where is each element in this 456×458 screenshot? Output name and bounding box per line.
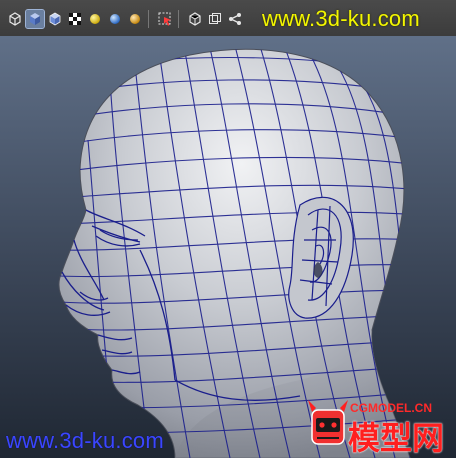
shaded-cube-icon[interactable] xyxy=(25,9,45,29)
default-light-icon[interactable] xyxy=(86,10,104,28)
smooth-shade-cube-icon[interactable] xyxy=(46,10,64,28)
share-icon[interactable] xyxy=(226,10,244,28)
all-lights-icon[interactable] xyxy=(106,10,124,28)
wireframe-cube-icon[interactable] xyxy=(6,10,24,28)
select-camera-icon[interactable] xyxy=(156,10,174,28)
selected-light-icon[interactable] xyxy=(126,10,144,28)
watermark-top: www.3d-ku.com xyxy=(262,6,420,31)
toolbar-separator xyxy=(178,10,179,28)
checker-texture-icon[interactable] xyxy=(66,10,84,28)
3d-viewport[interactable] xyxy=(0,36,456,458)
isolate-select-icon[interactable] xyxy=(186,10,204,28)
head-wireframe-model xyxy=(58,48,411,458)
xray-icon[interactable] xyxy=(206,10,224,28)
toolbar-separator xyxy=(148,10,149,28)
watermark-bottom: www.3d-ku.com xyxy=(6,428,164,453)
logo-title: 模型网 xyxy=(348,419,445,457)
maya-viewport-window: www.3d-ku.com www.3d-ku.com CGMODEL.CN 模… xyxy=(0,0,456,458)
